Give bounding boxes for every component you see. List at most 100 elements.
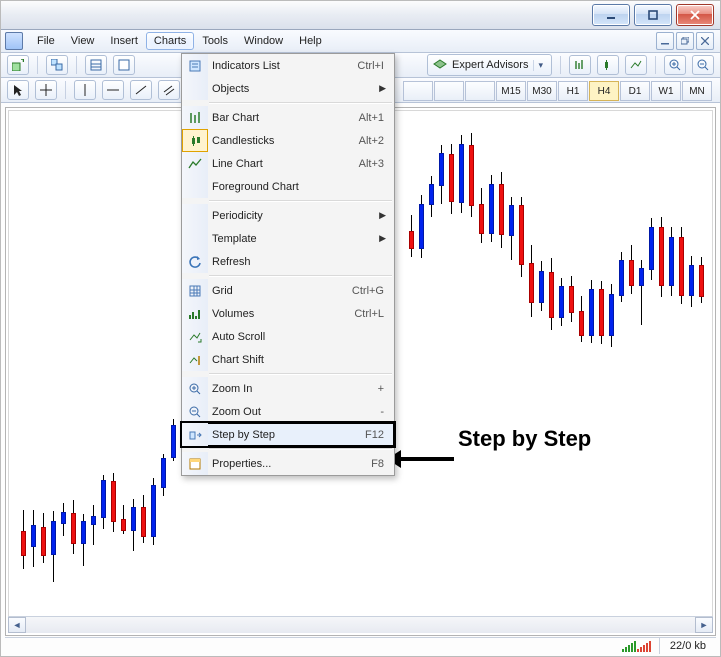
menu-shortcut: Ctrl+L xyxy=(354,308,384,320)
candle-chart-type[interactable] xyxy=(597,55,619,75)
submenu-arrow-icon: ▶ xyxy=(379,233,386,244)
menu-item-zoom-in[interactable]: Zoom In+ xyxy=(182,377,394,400)
chart-shift-icon xyxy=(182,348,208,371)
submenu-arrow-icon: ▶ xyxy=(379,83,386,94)
properties-icon xyxy=(182,452,208,475)
menu-window[interactable]: Window xyxy=(236,32,291,50)
separator xyxy=(65,81,66,99)
menubar: File View Insert Charts Tools Window Hel… xyxy=(1,30,720,53)
menu-item-line-chart[interactable]: Line ChartAlt+3 xyxy=(182,152,394,175)
menu-separator xyxy=(209,373,392,375)
submenu-arrow-icon: ▶ xyxy=(379,210,386,221)
channel-tool[interactable] xyxy=(158,80,180,100)
tf-m15[interactable]: M15 xyxy=(496,81,526,101)
menu-item-objects[interactable]: Objects ▶ xyxy=(182,77,394,100)
app-icon xyxy=(5,32,23,50)
tf-m15b[interactable] xyxy=(465,81,495,101)
charts-dropdown: Indicators ListCtrl+I Objects ▶ Bar Chart Al… xyxy=(181,53,395,476)
menu-item-label: Template xyxy=(212,233,257,245)
scroll-right-button[interactable]: ► xyxy=(695,617,713,633)
trendline-tool[interactable] xyxy=(130,80,152,100)
menu-item-candlesticks[interactable]: CandlesticksAlt+2 xyxy=(182,129,394,152)
status-bar: 22/0 kb xyxy=(5,637,716,654)
menu-shortcut: Alt+1 xyxy=(359,112,384,124)
scroll-left-button[interactable]: ◄ xyxy=(8,617,26,633)
menu-item-indicators-list[interactable]: Indicators ListCtrl+I xyxy=(182,54,394,77)
zoom-out-button[interactable] xyxy=(692,55,714,75)
horizontal-scrollbar[interactable]: ◄ ► xyxy=(8,616,713,633)
menu-tools[interactable]: Tools xyxy=(194,32,236,50)
maximize-button[interactable] xyxy=(634,4,672,26)
windows-icon xyxy=(51,59,63,71)
menu-item-properties[interactable]: Properties...F8 xyxy=(182,452,394,475)
menu-item-auto-scroll[interactable]: Auto Scroll xyxy=(182,325,394,348)
expert-advisors-pill[interactable]: Expert Advisors ▾ xyxy=(427,54,552,76)
menu-shortcut: F12 xyxy=(365,429,384,441)
tf-w1[interactable]: W1 xyxy=(651,81,681,101)
menu-item-volumes[interactable]: VolumesCtrl+L xyxy=(182,302,394,325)
mdi-minimize[interactable] xyxy=(656,32,674,50)
new-chart-button[interactable] xyxy=(7,55,29,75)
minimize-button[interactable] xyxy=(592,4,630,26)
close-button[interactable] xyxy=(676,4,714,26)
mdi-close[interactable] xyxy=(696,32,714,50)
menu-file[interactable]: File xyxy=(29,32,63,50)
menu-item-label: Grid xyxy=(212,285,233,297)
vertical-line-tool[interactable] xyxy=(74,80,96,100)
crosshair-tool[interactable] xyxy=(35,80,57,100)
tf-h4[interactable]: H4 xyxy=(589,81,619,101)
menu-separator xyxy=(209,102,392,104)
list-icon xyxy=(90,59,102,71)
mdi-controls xyxy=(656,32,714,50)
menu-item-label: Zoom Out xyxy=(212,406,261,418)
bar-chart-type[interactable] xyxy=(569,55,591,75)
menu-help[interactable]: Help xyxy=(291,32,330,50)
menu-item-periodicity[interactable]: Periodicity▶ xyxy=(182,204,394,227)
window-controls xyxy=(592,4,714,26)
menu-item-step-by-step[interactable]: Step by StepF12 xyxy=(182,423,394,446)
tf-d1[interactable]: D1 xyxy=(620,81,650,101)
zoom-out-icon xyxy=(697,59,709,71)
horizontal-line-tool[interactable] xyxy=(102,80,124,100)
menu-item-bar-chart[interactable]: Bar Chart Alt+1 xyxy=(182,106,394,129)
blank-icon xyxy=(182,204,208,227)
tf-h1[interactable]: H1 xyxy=(558,81,588,101)
tf-mn[interactable]: MN xyxy=(682,81,712,101)
mdi-restore[interactable] xyxy=(676,32,694,50)
maximize-icon xyxy=(648,10,658,20)
tf-m30[interactable]: M30 xyxy=(527,81,557,101)
menu-item-foreground-chart[interactable]: Foreground Chart xyxy=(182,175,394,198)
menu-item-label: Indicators List xyxy=(212,60,280,72)
profiles-button[interactable] xyxy=(46,55,68,75)
menu-item-label: Objects xyxy=(212,83,249,95)
menu-item-chart-shift[interactable]: Chart Shift xyxy=(182,348,394,371)
timeframe-buttons: M15 M30 H1 H4 D1 W1 MN xyxy=(403,81,712,101)
menu-insert[interactable]: Insert xyxy=(102,32,146,50)
menu-view[interactable]: View xyxy=(63,32,103,50)
blank-icon xyxy=(182,227,208,250)
tf-m5[interactable] xyxy=(434,81,464,101)
menu-shortcut: F8 xyxy=(371,458,384,470)
menu-item-label: Bar Chart xyxy=(212,112,259,124)
market-watch-button[interactable] xyxy=(85,55,107,75)
cursor-tool[interactable] xyxy=(7,80,29,100)
menu-shortcut: - xyxy=(380,406,384,418)
menu-item-label: Candlesticks xyxy=(212,135,274,147)
data-window-button[interactable] xyxy=(113,55,135,75)
indicators-icon xyxy=(182,54,208,77)
menu-item-refresh[interactable]: Refresh xyxy=(182,250,394,273)
menu-item-zoom-out[interactable]: Zoom Out - xyxy=(182,400,394,423)
connection-signal-icon xyxy=(622,640,651,652)
app-window: File View Insert Charts Tools Window Hel… xyxy=(0,0,721,657)
menu-item-grid[interactable]: GridCtrl+G xyxy=(182,279,394,302)
menu-separator xyxy=(209,200,392,202)
line-chart-type[interactable] xyxy=(625,55,647,75)
zoom-out-icon xyxy=(182,400,208,423)
separator xyxy=(76,56,77,74)
menu-charts[interactable]: Charts xyxy=(146,32,194,50)
zoom-in-button[interactable] xyxy=(664,55,686,75)
close-icon xyxy=(690,10,700,20)
tf-m1[interactable] xyxy=(403,81,433,101)
menu-item-template[interactable]: Template ▶ xyxy=(182,227,394,250)
menu-shortcut: Alt+3 xyxy=(359,158,384,170)
